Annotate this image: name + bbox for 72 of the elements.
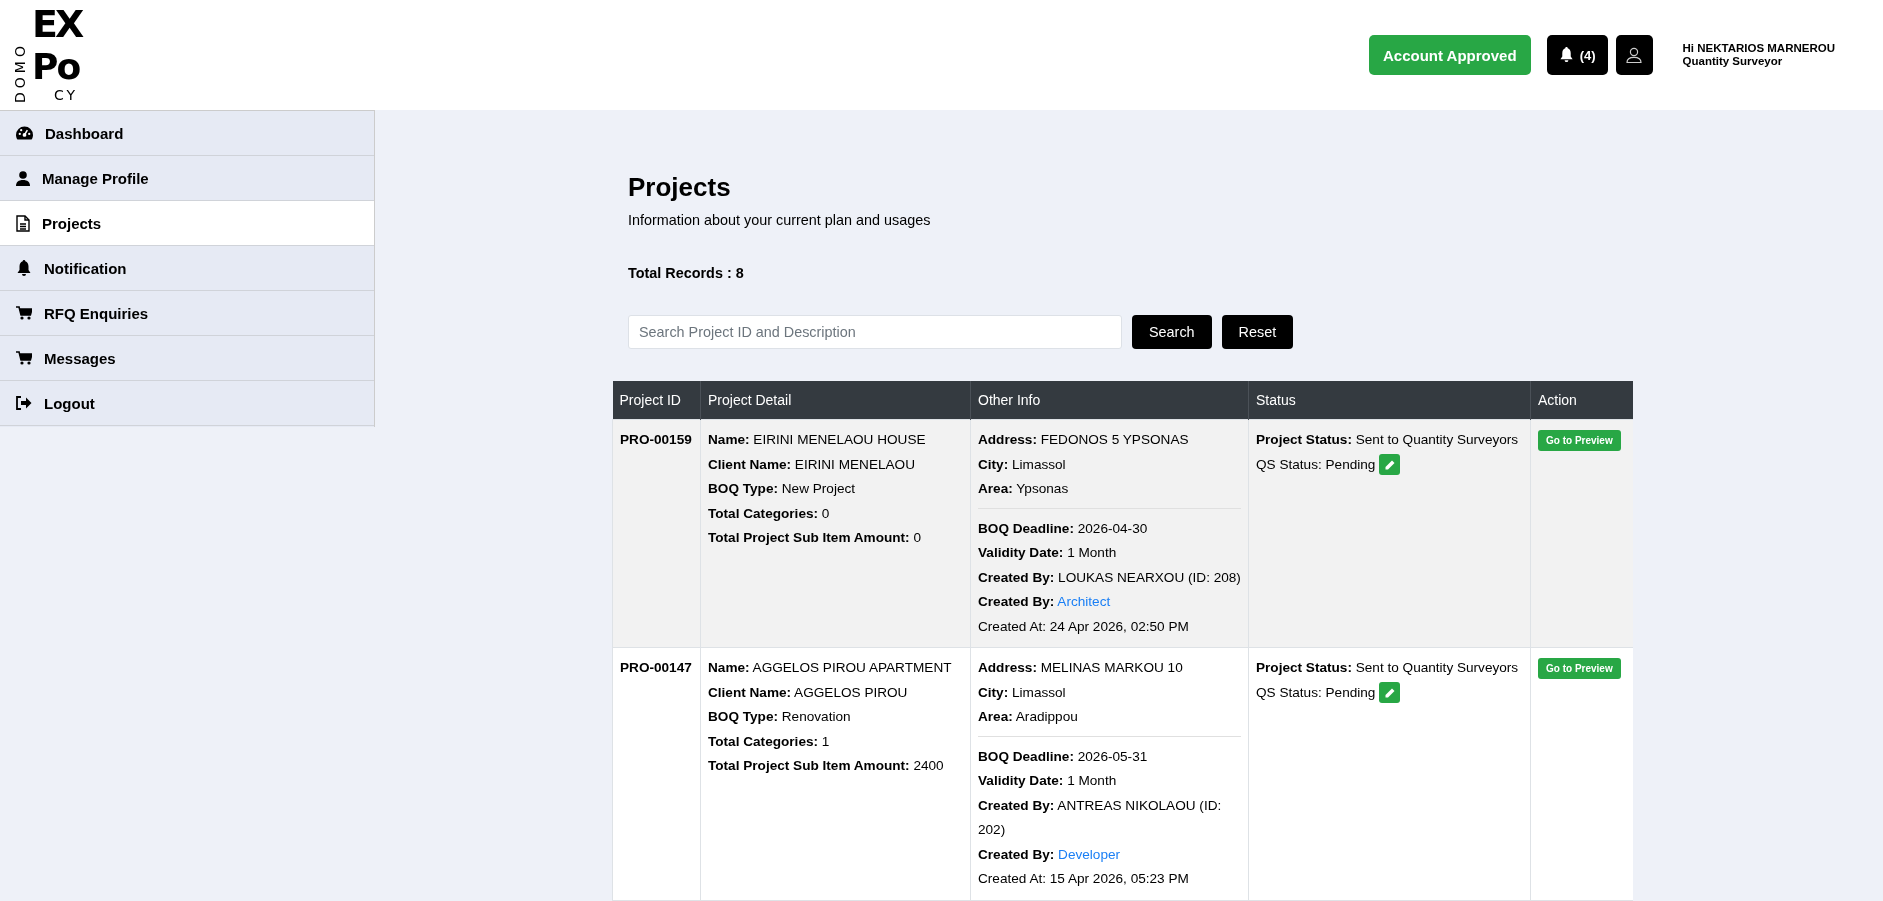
detail-line: BOQ Type: New Project	[708, 480, 857, 498]
logo-text: Po	[32, 46, 81, 87]
info-line: City: Limassol	[978, 455, 1067, 474]
user-greeting: Hi NEKTARIOS MARNEROU	[1682, 42, 1835, 55]
info-line: Address: FEDONOS 5 YPSONAS	[978, 431, 1190, 449]
sidebar-item[interactable]: Notification	[0, 246, 374, 291]
creator-role-link[interactable]: Architect	[1057, 594, 1111, 609]
search-field[interactable]: Search Project ID and Description	[628, 315, 1122, 349]
search-button[interactable]: Search	[1132, 315, 1212, 349]
project-status-text: Project Status: Sent to Quantity Surveyors	[1256, 659, 1520, 677]
detail-line: Client Name: EIRINI MENELAOU	[708, 455, 916, 474]
sidebar-item[interactable]: Logout	[0, 381, 374, 426]
pencil-icon	[1384, 687, 1395, 698]
column-header: Status	[1248, 381, 1531, 420]
project-id-cell: PRO-00147	[612, 647, 701, 900]
detail-line: Name: EIRINI MENELAOU HOUSE	[708, 431, 927, 449]
user-role: Quantity Surveyor	[1682, 55, 1784, 68]
edit-button[interactable]	[1379, 682, 1401, 703]
created-at-text: Created At: 24 Apr 2026, 02:50 PM	[978, 617, 1190, 636]
user-icon	[16, 170, 30, 186]
info-line: Validity Date: 1 Month	[978, 544, 1118, 562]
info-line: Created By: Architect	[978, 593, 1112, 611]
sidebar-item[interactable]: Dashboard	[0, 111, 374, 156]
column-header: Project Detail	[700, 381, 971, 420]
document-icon	[16, 214, 30, 232]
info-line: Area: Ypsonas	[978, 480, 1070, 498]
project-id-cell: PRO-00159	[612, 419, 701, 648]
detail-line: Total Project Sub Item Amount: 0	[708, 529, 922, 547]
project-status-text: Project Status: Sent to Quantity Surveyors	[1256, 431, 1520, 449]
total-records-text: Total Records : 8	[628, 265, 745, 281]
info-line: BOQ Deadline: 2026-05-31	[978, 747, 1149, 766]
logo-text: DOMO	[12, 42, 28, 103]
bell-icon	[1558, 47, 1574, 63]
detail-line: Total Project Sub Item Amount: 2400	[708, 757, 945, 775]
sidebar-item[interactable]: Messages	[0, 336, 374, 381]
logo-text: EX	[32, 2, 82, 46]
created-at-text: Created At: 15 Apr 2026, 05:23 PM	[978, 870, 1190, 888]
detail-line: Total Categories: 0	[708, 504, 831, 523]
gauge-icon	[16, 126, 33, 140]
info-line: Address: MELINAS MARKOU 10	[978, 659, 1184, 677]
user-icon	[1625, 46, 1643, 64]
reset-button[interactable]: Reset	[1221, 315, 1294, 349]
info-line: Validity Date: 1 Month	[978, 772, 1118, 790]
cart-icon	[16, 306, 32, 320]
qs-status-text: QS Status: Pending	[1256, 683, 1376, 702]
detail-line: Client Name: AGGELOS PIROU	[708, 683, 909, 702]
detail-line: BOQ Type: Renovation	[708, 708, 852, 726]
column-header: Other Info	[970, 381, 1249, 420]
page-subtitle: Information about your current plan and usages	[628, 212, 932, 228]
page-title: Projects	[628, 171, 732, 204]
info-line: Created By: LOUKAS NEARXOU (ID: 208)	[978, 568, 1241, 587]
logo-text: CY	[54, 87, 80, 103]
sign-out-icon	[16, 396, 32, 410]
sidebar-item[interactable]: RFQ Enquiries	[0, 291, 374, 336]
detail-line: Name: AGGELOS PIROU APARTMENT	[708, 659, 953, 677]
cart-icon	[16, 351, 32, 365]
creator-role-link[interactable]: Developer	[1058, 846, 1121, 862]
edit-button[interactable]	[1379, 454, 1401, 475]
column-header: Project ID	[612, 381, 701, 420]
info-line: Area: Aradippou	[978, 708, 1079, 726]
info-line: City: Limassol	[978, 683, 1067, 702]
profile-button[interactable]	[1615, 35, 1653, 75]
info-line: Created By: ANTREAS NIKOLAOU (ID: 202)	[978, 796, 1223, 839]
notifications-button[interactable]: (4)	[1546, 35, 1608, 75]
bell-icon	[16, 259, 32, 277]
column-header: Action	[1530, 381, 1633, 420]
detail-line: Total Categories: 1	[708, 732, 831, 751]
pencil-icon	[1384, 459, 1395, 470]
qs-status-text: QS Status: Pending	[1256, 455, 1376, 474]
sidebar-item[interactable]: Projects	[0, 201, 374, 246]
info-line: Created By: Developer	[978, 845, 1122, 864]
info-line: BOQ Deadline: 2026-04-30	[978, 519, 1149, 538]
